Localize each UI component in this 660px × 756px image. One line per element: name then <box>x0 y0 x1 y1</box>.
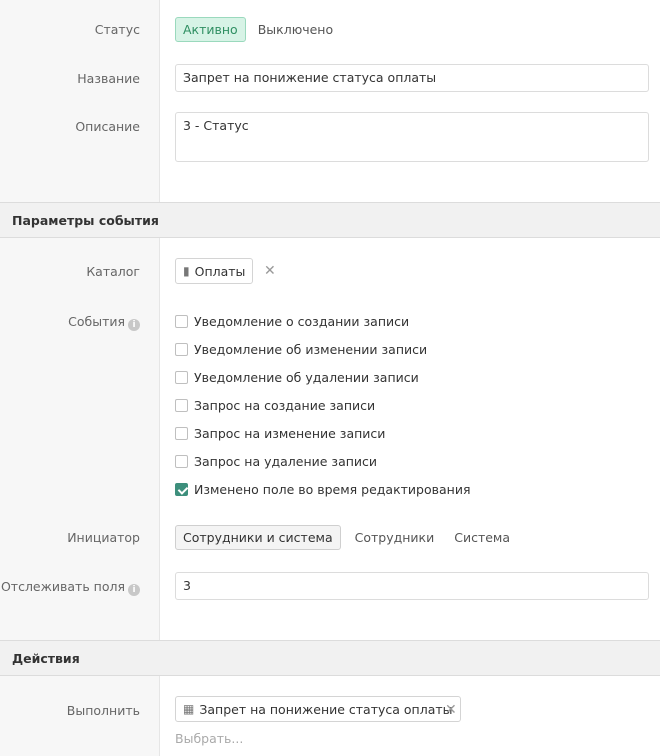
status-label: Статус <box>94 22 140 37</box>
description-textarea[interactable]: 3 - Статус <box>175 112 649 162</box>
book-icon: ▮ <box>183 264 190 278</box>
track-fields-input[interactable]: 3 <box>175 572 649 600</box>
execute-remove-icon[interactable]: ✕ <box>445 702 457 718</box>
initiator-toggle: Сотрудники и система Сотрудники Система <box>175 525 522 550</box>
status-option-active[interactable]: Активно <box>175 17 246 42</box>
initiator-option-both[interactable]: Сотрудники и система <box>175 525 341 550</box>
event-option-6[interactable]: Изменено поле во время редактирования <box>175 482 470 497</box>
checkbox-checked-icon[interactable] <box>175 483 188 496</box>
checkbox-icon[interactable] <box>175 315 188 328</box>
actions-title: Действия <box>12 651 80 666</box>
event-option-2[interactable]: Уведомление об удалении записи <box>175 370 419 385</box>
event-option-5[interactable]: Запрос на удаление записи <box>175 454 377 469</box>
catalog-chip-label: Оплаты <box>194 263 246 279</box>
event-option-label: Запрос на создание записи <box>194 398 376 413</box>
checkbox-icon[interactable] <box>175 343 188 356</box>
event-option-label: Изменено поле во время редактирования <box>194 482 471 497</box>
status-toggle: Активно Выключено <box>175 17 345 42</box>
execute-chip-label: Запрет на понижение статуса оплаты <box>199 701 453 717</box>
catalog-remove-icon[interactable]: ✕ <box>264 263 276 279</box>
event-params-header: Параметры события <box>0 202 660 238</box>
event-option-label: Запрос на изменение записи <box>194 426 386 441</box>
actions-section: Выполнить ▦ Запрет на понижение статуса … <box>0 676 660 756</box>
hierarchy-icon: ▦ <box>183 702 195 716</box>
catalog-chip[interactable]: ▮ Оплаты <box>175 258 254 284</box>
checkbox-icon[interactable] <box>175 399 188 412</box>
description-label: Описание <box>75 119 140 134</box>
event-option-label: Уведомление о создании записи <box>194 314 410 329</box>
track-fields-label-text: Отслеживать поля <box>0 579 125 594</box>
status-option-disabled[interactable]: Выключено <box>250 17 341 42</box>
catalog-label: Каталог <box>86 264 140 279</box>
actions-header: Действия <box>0 640 660 676</box>
info-icon[interactable]: i <box>128 584 140 596</box>
event-params-title: Параметры события <box>12 213 159 228</box>
event-option-3[interactable]: Запрос на создание записи <box>175 398 375 413</box>
events-label: События i <box>68 314 140 331</box>
event-option-4[interactable]: Запрос на изменение записи <box>175 426 385 441</box>
checkbox-icon[interactable] <box>175 455 188 468</box>
event-option-0[interactable]: Уведомление о создании записи <box>175 314 409 329</box>
track-fields-label: Отслеживать поля i <box>1 579 140 596</box>
execute-label: Выполнить <box>66 703 140 718</box>
initiator-option-employees[interactable]: Сотрудники <box>347 525 443 550</box>
event-params-section: Каталог ▮ Оплаты ✕ События i Уведомление … <box>0 238 660 640</box>
event-option-1[interactable]: Уведомление об изменении записи <box>175 342 427 357</box>
name-input[interactable]: Запрет на понижение статуса оплаты <box>175 64 649 92</box>
checkbox-icon[interactable] <box>175 427 188 440</box>
events-label-text: События <box>68 314 125 329</box>
initiator-label: Инициатор <box>67 530 140 545</box>
general-section: Статус Активно Выключено Название Запрет… <box>0 0 660 202</box>
event-option-label: Уведомление об удалении записи <box>194 370 419 385</box>
checkbox-icon[interactable] <box>175 371 188 384</box>
event-option-label: Уведомление об изменении записи <box>194 342 428 357</box>
select-action-placeholder[interactable]: Выбрать... <box>175 731 243 746</box>
event-option-label: Запрос на удаление записи <box>194 454 378 469</box>
info-icon[interactable]: i <box>128 319 140 331</box>
execute-chip[interactable]: ▦ Запрет на понижение статуса оплаты <box>175 696 461 722</box>
initiator-option-system[interactable]: Система <box>446 525 518 550</box>
name-label: Название <box>77 71 140 86</box>
